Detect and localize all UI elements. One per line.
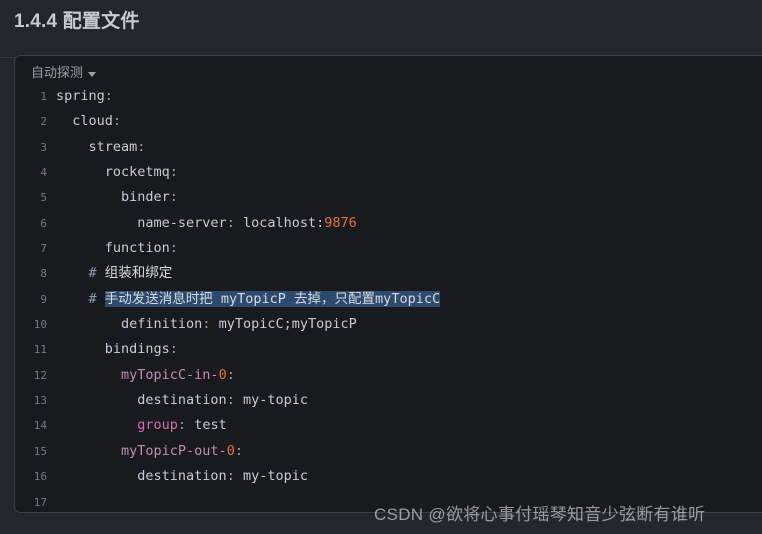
code-token: : (226, 468, 243, 485)
language-selector-label: 自动探测 (31, 65, 84, 80)
code-token: : (137, 138, 146, 155)
line-number: 15 (33, 444, 47, 458)
code-line: 3 stream: (15, 135, 762, 160)
code-token: : (234, 442, 243, 459)
code-token: myTopicC-in- (56, 366, 219, 383)
line-number: 6 (40, 216, 47, 230)
code-token: rocketmq (56, 164, 170, 181)
code-token: spring (56, 88, 105, 104)
code-token: : (104, 88, 113, 104)
code-token: localhost: (242, 214, 325, 231)
code-token: 0 (226, 442, 235, 459)
code-token: cloud (56, 113, 113, 130)
code-line: 13 destination: my-topic (15, 388, 762, 413)
line-number: 10 (33, 318, 47, 332)
code-block-card: 自动探测 1 spring: 2 cloud: 3 stream: 4 rocketmq… (14, 55, 762, 513)
line-number: 5 (40, 191, 47, 205)
code-line-text: cloud: (56, 109, 762, 134)
code-token: myTopicP-out- (56, 442, 227, 459)
code-line-text: destination: my-topic (56, 464, 762, 489)
code-line-text: # 组装和绑定 (56, 261, 762, 286)
code-line-text: name-server: localhost:9876 (56, 211, 762, 236)
code-line-text: definition: myTopicC;myTopicP (56, 312, 762, 337)
code-token: 0 (218, 366, 227, 383)
line-number: 11 (33, 343, 47, 357)
code-line: 2 cloud: (15, 109, 762, 134)
code-token: binder (56, 189, 170, 206)
code-line: 17 (15, 490, 762, 513)
code-token: destination (56, 392, 227, 409)
code-token: : (169, 189, 178, 206)
language-selector[interactable]: 自动探测 (31, 65, 97, 81)
code-token: : (226, 214, 243, 231)
line-number: 4 (40, 166, 47, 180)
code-token: stream (56, 138, 138, 155)
code-line: 15 myTopicP-out-0: (15, 439, 762, 464)
selected-code-token: 手动发送消息时把 myTopicP 去掉，只配置myTopicC (104, 290, 441, 307)
code-token: # (56, 265, 105, 282)
page-header: 1.4.4 配置文件 (0, 0, 762, 58)
code-line-text: # 手动发送消息时把 myTopicP 去掉，只配置myTopicC (56, 287, 762, 312)
code-line-text: binder: (56, 185, 762, 210)
code-line: 5 binder: (15, 185, 762, 210)
code-token: : (226, 392, 243, 409)
line-number: 3 (40, 140, 47, 154)
line-number: 17 (33, 495, 47, 509)
code-line-text: destination: my-topic (56, 388, 762, 413)
code-token: : (169, 164, 178, 181)
line-number: 14 (33, 419, 47, 433)
code-token: : (226, 366, 235, 383)
line-number: 8 (40, 267, 47, 281)
code-line-text: group: test (56, 413, 762, 438)
code-line: 9 # 手动发送消息时把 myTopicP 去掉，只配置myTopicC (15, 287, 762, 312)
code-token: : (112, 113, 122, 130)
code-editor-body[interactable]: 1 spring: 2 cloud: 3 stream: 4 rocketmq: 5 bi… (15, 83, 762, 513)
line-number: 16 (33, 470, 47, 484)
code-token: bindings (56, 341, 170, 358)
line-number: 9 (40, 292, 47, 306)
code-line: 8 # 组装和绑定 (15, 261, 762, 286)
code-line-text: spring: (56, 84, 762, 109)
code-token: : (169, 240, 178, 257)
line-number: 12 (33, 368, 47, 382)
code-token: name-server (56, 214, 227, 231)
code-token: definition (56, 316, 203, 333)
code-line-text: bindings: (56, 337, 762, 362)
code-token: 9876 (324, 214, 357, 231)
code-token: test (194, 417, 227, 434)
code-token: : (169, 341, 178, 358)
code-token: : (202, 316, 219, 333)
code-token: my-topic (242, 392, 308, 409)
code-line-text: myTopicP-out-0: (56, 439, 762, 464)
code-line: 7 function: (15, 236, 762, 261)
code-token: function (56, 240, 170, 257)
code-token: 组装和绑定 (104, 265, 173, 282)
code-line-text: myTopicC-in-0: (56, 363, 762, 388)
code-language-bar: 自动探测 (15, 56, 762, 83)
code-line: 16 destination: my-topic (15, 464, 762, 489)
code-line: 10 definition: myTopicC;myTopicP (15, 312, 762, 337)
code-line-text: rocketmq: (56, 160, 762, 185)
line-number: 13 (33, 394, 47, 408)
code-token: destination (56, 468, 227, 485)
code-token: : (177, 417, 195, 434)
line-number: 7 (40, 242, 47, 256)
code-token: my-topic (242, 468, 308, 485)
code-line: 6 name-server: localhost:9876 (15, 211, 762, 236)
page-title: 1.4.4 配置文件 (14, 11, 140, 32)
line-number: 1 (40, 90, 47, 103)
code-line-text: stream: (56, 135, 762, 160)
code-token: myTopicC;myTopicP (218, 316, 357, 333)
chevron-down-icon (88, 71, 97, 77)
code-line: 1 spring: (15, 84, 762, 109)
code-line-text: function: (56, 236, 762, 261)
code-token: group (56, 417, 178, 434)
line-number: 2 (40, 115, 47, 129)
code-line: 12 myTopicC-in-0: (15, 363, 762, 388)
code-line: 4 rocketmq: (15, 160, 762, 185)
code-line: 14 group: test (15, 413, 762, 438)
code-line: 11 bindings: (15, 337, 762, 362)
code-token: # (56, 290, 105, 307)
